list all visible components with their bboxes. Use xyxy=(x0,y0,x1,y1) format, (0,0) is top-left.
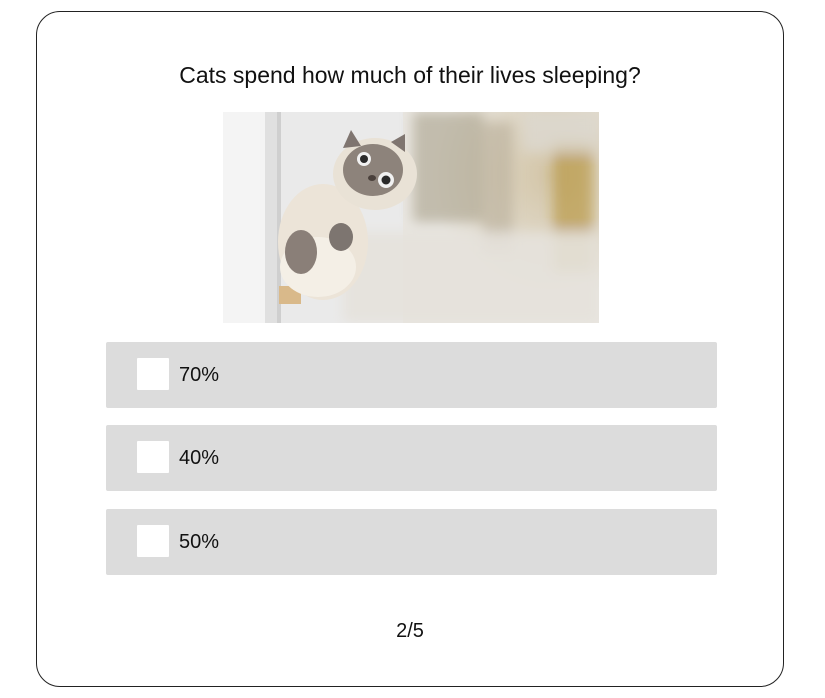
answer-option-1[interactable]: 70% xyxy=(106,342,717,408)
answer-label: 40% xyxy=(179,447,220,469)
answer-option-2[interactable]: 40% xyxy=(106,425,717,491)
answer-label: 70% xyxy=(179,364,220,386)
answer-checkbox[interactable] xyxy=(137,441,169,473)
question-progress: 2/5 xyxy=(396,620,424,642)
question-text: Cats spend how much of their lives sleep… xyxy=(179,62,641,88)
answer-checkbox[interactable] xyxy=(137,525,169,557)
answer-checkbox[interactable] xyxy=(137,358,169,390)
answer-label: 50% xyxy=(179,531,220,553)
quiz-card: Cats spend how much of their lives sleep… xyxy=(36,11,784,687)
cat-photo xyxy=(223,112,599,323)
answer-option-3[interactable]: 50% xyxy=(106,509,717,575)
